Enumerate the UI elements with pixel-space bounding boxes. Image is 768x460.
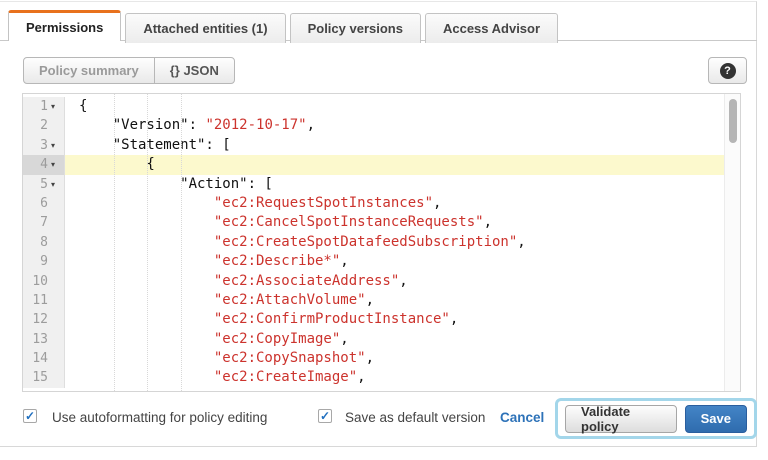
code-line[interactable]: 13 "ec2:CopyImage", (23, 330, 724, 349)
line-number: 11 (23, 291, 51, 310)
gutter-cell: 11 (23, 291, 65, 310)
indent-guide (114, 94, 115, 391)
json-view-button[interactable]: {} JSON (155, 58, 234, 83)
code-lines: 1▾{2 "Version": "2012-10-17",3▾ "Stateme… (23, 97, 724, 388)
line-number: 1 (23, 97, 51, 116)
code-line[interactable]: 7 "ec2:CancelSpotInstanceRequests", (23, 213, 724, 232)
validate-policy-button[interactable]: Validate policy (565, 405, 677, 433)
fold-arrow-icon[interactable]: ▾ (51, 97, 64, 116)
code-text[interactable]: "ec2:AttachVolume", (65, 291, 724, 310)
line-number: 3 (23, 136, 51, 155)
code-line[interactable]: 15 "ec2:CreateImage", (23, 368, 724, 387)
line-number: 12 (23, 310, 51, 329)
gutter-cell: 4▾ (23, 155, 65, 174)
editor-scrollbar-track[interactable] (724, 94, 740, 391)
code-text[interactable]: "Action": [ (65, 175, 724, 194)
code-line[interactable]: 2 "Version": "2012-10-17", (23, 116, 724, 135)
line-number: 5 (23, 175, 51, 194)
policy-summary-button[interactable]: Policy summary (24, 58, 155, 83)
code-line[interactable]: 10 "ec2:AssociateAddress", (23, 272, 724, 291)
autoformat-checkbox[interactable]: ✓ (23, 409, 37, 423)
action-buttons-focus-ring: Validate policy Save (555, 398, 757, 439)
code-line[interactable]: 1▾{ (23, 97, 724, 116)
fold-arrow-icon[interactable]: ▾ (51, 136, 64, 155)
line-number: 4 (23, 155, 51, 174)
code-text[interactable]: "ec2:CopySnapshot", (65, 349, 724, 368)
save-default-version-label[interactable]: Save as default version (345, 410, 485, 425)
fold-arrow-icon[interactable]: ▾ (51, 175, 64, 194)
gutter-cell: 13 (23, 330, 65, 349)
code-line[interactable]: 14 "ec2:CopySnapshot", (23, 349, 724, 368)
code-text[interactable]: { (65, 97, 724, 116)
line-number: 8 (23, 233, 51, 252)
iam-policy-editor-page: { "colors": { "accent_orange": "#e8711d"… (0, 0, 768, 460)
code-text[interactable]: "ec2:CancelSpotInstanceRequests", (65, 213, 724, 232)
gutter-cell: 1▾ (23, 97, 65, 116)
line-number: 2 (23, 116, 51, 135)
question-mark-icon: ? (720, 63, 736, 79)
code-text[interactable]: "ec2:AssociateAddress", (65, 272, 724, 291)
json-code-editor[interactable]: 1▾{2 "Version": "2012-10-17",3▾ "Stateme… (22, 93, 741, 392)
code-line[interactable]: 8 "ec2:CreateSpotDatafeedSubscription", (23, 233, 724, 252)
gutter-cell: 14 (23, 349, 65, 368)
code-text[interactable]: { (65, 155, 724, 174)
line-number: 14 (23, 349, 51, 368)
code-line[interactable]: 11 "ec2:AttachVolume", (23, 291, 724, 310)
footer-bar: ✓ Use autoformatting for policy editing … (0, 398, 757, 442)
code-line[interactable]: 3▾ "Statement": [ (23, 136, 724, 155)
gutter-cell: 10 (23, 272, 65, 291)
gutter-cell: 3▾ (23, 136, 65, 155)
gutter-cell: 5▾ (23, 175, 65, 194)
gutter-cell: 7 (23, 213, 65, 232)
gutter-cell: 2 (23, 116, 65, 135)
line-number: 9 (23, 252, 51, 271)
code-line[interactable]: 6 "ec2:RequestSpotInstances", (23, 194, 724, 213)
gutter-cell: 6 (23, 194, 65, 213)
line-number: 7 (23, 213, 51, 232)
gutter-cell: 15 (23, 368, 65, 387)
line-number: 6 (23, 194, 51, 213)
code-text[interactable]: "ec2:CreateImage", (65, 368, 724, 387)
tab-permissions[interactable]: Permissions (8, 10, 121, 41)
code-text[interactable]: "ec2:Describe*", (65, 252, 724, 271)
line-number: 13 (23, 330, 51, 349)
code-text[interactable]: "Statement": [ (65, 136, 724, 155)
code-text[interactable]: "ec2:CopyImage", (65, 330, 724, 349)
indent-guide (181, 94, 182, 391)
autoformat-label[interactable]: Use autoformatting for policy editing (52, 410, 267, 425)
code-text[interactable]: "ec2:ConfirmProductInstance", (65, 310, 724, 329)
line-number: 15 (23, 368, 51, 387)
save-default-version-checkbox[interactable]: ✓ (318, 409, 332, 423)
view-toggle-group: Policy summary {} JSON (23, 57, 235, 84)
code-text[interactable]: "ec2:CreateSpotDatafeedSubscription", (65, 233, 724, 252)
cancel-link[interactable]: Cancel (500, 410, 544, 425)
code-line[interactable]: 9 "ec2:Describe*", (23, 252, 724, 271)
gutter-cell: 12 (23, 310, 65, 329)
fold-arrow-icon[interactable]: ▾ (51, 155, 64, 174)
editor-scrollbar-thumb[interactable] (729, 99, 737, 143)
code-line[interactable]: 5▾ "Action": [ (23, 175, 724, 194)
help-button[interactable]: ? (708, 57, 747, 84)
gutter-cell: 9 (23, 252, 65, 271)
code-line[interactable]: 4▾ { (23, 155, 724, 174)
code-text[interactable]: "ec2:RequestSpotInstances", (65, 194, 724, 213)
gutter-cell: 8 (23, 233, 65, 252)
tab-policy-versions[interactable]: Policy versions (290, 13, 421, 43)
tabbar: Permissions Attached entities (1) Policy… (8, 10, 562, 43)
save-button[interactable]: Save (685, 405, 747, 433)
code-text[interactable]: "Version": "2012-10-17", (65, 116, 724, 135)
tab-access-advisor[interactable]: Access Advisor (425, 13, 558, 43)
code-line[interactable]: 12 "ec2:ConfirmProductInstance", (23, 310, 724, 329)
indent-guide (147, 94, 148, 391)
line-number: 10 (23, 272, 51, 291)
tab-attached-entities[interactable]: Attached entities (1) (125, 13, 285, 43)
